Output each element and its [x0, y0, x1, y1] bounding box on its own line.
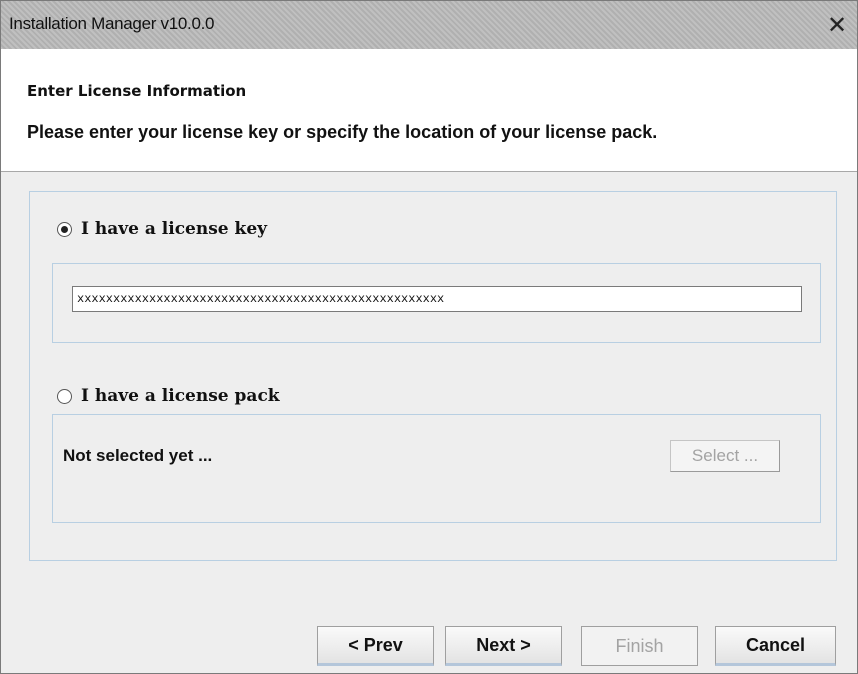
license-pack-radio-option[interactable]: I have a license pack: [57, 386, 280, 406]
finish-button[interactable]: Finish: [581, 626, 698, 666]
license-key-label: I have a license key: [81, 219, 268, 239]
license-pack-label: I have a license pack: [81, 386, 280, 406]
cancel-button[interactable]: Cancel: [715, 626, 836, 666]
license-key-radio-option[interactable]: I have a license key: [57, 219, 267, 239]
license-pack-radio[interactable]: [57, 388, 72, 404]
prev-button[interactable]: < Prev: [317, 626, 434, 666]
header-area: Enter License Information Please enter y…: [1, 49, 857, 172]
license-key-radio[interactable]: [57, 221, 72, 237]
title-bar[interactable]: Installation Manager v10.0.0 ✕: [1, 1, 857, 49]
next-button[interactable]: Next >: [445, 626, 562, 666]
license-pack-status: Not selected yet ...: [63, 446, 213, 465]
window-title: Installation Manager v10.0.0: [9, 14, 215, 33]
license-key-panel: [52, 263, 821, 343]
installer-window: Installation Manager v10.0.0 ✕ Enter Lic…: [0, 0, 858, 674]
close-icon[interactable]: ✕: [817, 1, 857, 49]
select-license-pack-button[interactable]: Select ...: [670, 440, 780, 472]
section-title: Enter License Information: [27, 82, 247, 100]
license-pack-panel: Not selected yet ... Select ...: [52, 414, 821, 523]
section-description: Please enter your license key or specify…: [27, 122, 658, 142]
license-options-panel: I have a license key I have a license pa…: [29, 191, 837, 561]
content-area: I have a license key I have a license pa…: [1, 172, 857, 673]
license-key-input[interactable]: [72, 286, 802, 312]
